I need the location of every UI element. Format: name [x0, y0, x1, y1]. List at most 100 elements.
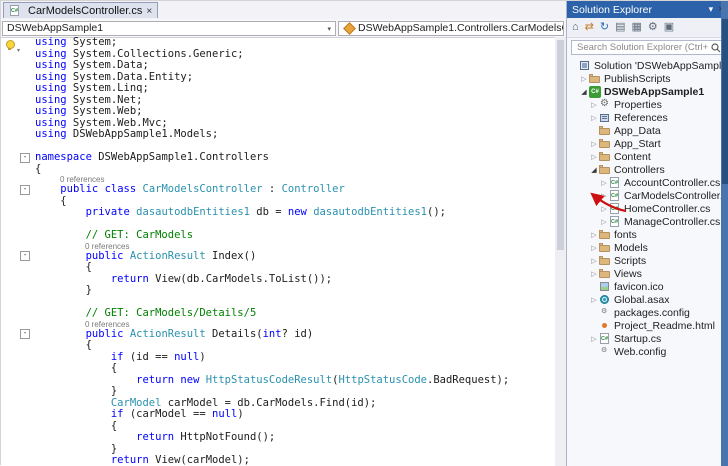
tree-item-scripts[interactable]: Scripts	[567, 254, 728, 267]
code-line[interactable]: {	[1, 340, 555, 352]
code-text: {	[35, 363, 555, 375]
show-all-files-icon[interactable]: ▦	[632, 22, 642, 33]
tree-item-fonts[interactable]: fonts	[567, 228, 728, 241]
expand-icon[interactable]	[589, 151, 599, 162]
expand-icon[interactable]	[589, 268, 599, 279]
expand-icon[interactable]	[589, 255, 599, 266]
code-line[interactable]: private dasautodbEntities1 db = new dasa…	[1, 207, 555, 219]
window-position-icon[interactable]: ▾	[709, 5, 714, 14]
code-line[interactable]: 0 references	[1, 242, 555, 251]
solution-explorer-scrollbar[interactable]	[721, 1, 728, 466]
code-line[interactable]	[1, 219, 555, 231]
code-line[interactable]: using System.Data.Entity;	[1, 72, 555, 84]
code-editor[interactable]: using System;using System.Collections.Ge…	[1, 37, 555, 466]
code-line[interactable]: if (id == null)	[1, 352, 555, 364]
tree-item-favicon-ico[interactable]: favicon.ico	[567, 280, 728, 293]
document-tab[interactable]: CarModelsController.cs	[3, 2, 158, 18]
lightbulb-icon[interactable]	[6, 40, 15, 49]
fold-collapse-icon[interactable]: -	[1, 152, 35, 164]
tree-item-properties[interactable]: Properties	[567, 98, 728, 111]
code-line[interactable]: CarModel carModel = db.CarModels.Find(id…	[1, 398, 555, 410]
code-line[interactable]: using System.Data;	[1, 60, 555, 72]
scrollbar-thumb[interactable]	[722, 19, 728, 184]
code-line[interactable]: return HttpNotFound();	[1, 432, 555, 444]
code-line[interactable]: - public ActionResult Details(int? id)	[1, 329, 555, 341]
tree-item-app-start[interactable]: App_Start	[567, 137, 728, 150]
preview-icon[interactable]: ▣	[664, 22, 674, 33]
sync-active-document-icon[interactable]: ⇄	[585, 22, 594, 33]
code-line[interactable]: -namespace DSWebAppSample1.Controllers	[1, 152, 555, 164]
code-line[interactable]: using System.Collections.Generic;	[1, 49, 555, 61]
code-line[interactable]: 0 references	[1, 175, 555, 184]
code-line[interactable]: {	[1, 196, 555, 208]
home-icon[interactable]: ⌂	[572, 22, 579, 33]
fold-collapse-icon[interactable]: -	[1, 329, 35, 341]
expand-icon[interactable]	[589, 229, 599, 240]
code-line[interactable]: 0 references	[1, 320, 555, 329]
code-line[interactable]: // GET: CarModels/Details/5	[1, 308, 555, 320]
tree-item-publishscripts[interactable]: PublishScripts	[567, 72, 728, 85]
tree-item-views[interactable]: Views	[567, 267, 728, 280]
code-line[interactable]: }	[1, 386, 555, 398]
search-box[interactable]	[571, 40, 725, 55]
code-line[interactable]: using System;	[1, 37, 555, 49]
breadcrumb-dropdown[interactable]: DSWebAppSample1.Controllers.CarModelsCon…	[338, 21, 564, 36]
tree-item-global-asax[interactable]: Global.asax	[567, 293, 728, 306]
editor-scrollbar-thumb[interactable]	[557, 40, 564, 250]
code-line[interactable]: }	[1, 444, 555, 456]
properties-icon[interactable]: ⚙	[648, 22, 658, 33]
project-dropdown[interactable]: DSWebAppSample1	[2, 21, 336, 36]
code-line[interactable]	[1, 297, 555, 309]
editor-scrollbar[interactable]	[555, 37, 566, 466]
tree-item-project-readme-html[interactable]: Project_Readme.html	[567, 319, 728, 332]
collapse-icon[interactable]	[589, 164, 599, 175]
expand-icon[interactable]	[589, 294, 599, 305]
tree-item-app-data[interactable]: App_Data	[567, 124, 728, 137]
expand-icon[interactable]	[589, 99, 599, 110]
collapse-all-icon[interactable]: ▤	[615, 22, 625, 33]
tree-item-models[interactable]: Models	[567, 241, 728, 254]
close-icon[interactable]	[146, 5, 152, 17]
tree-item-content[interactable]: Content	[567, 150, 728, 163]
code-line[interactable]: using System.Net;	[1, 95, 555, 107]
code-line[interactable]: {	[1, 262, 555, 274]
fold-collapse-icon[interactable]: -	[1, 251, 35, 263]
tree-item-references[interactable]: References	[567, 111, 728, 124]
code-text: using System.Data.Entity;	[35, 72, 555, 84]
gutter	[1, 219, 35, 231]
expand-icon[interactable]	[579, 73, 589, 84]
code-line[interactable]: return View(carModel);	[1, 455, 555, 466]
fold-collapse-icon[interactable]: -	[1, 184, 35, 196]
tree-item-managecontroller-cs[interactable]: ManageController.cs	[567, 215, 728, 228]
chevron-down-icon[interactable]	[17, 39, 20, 57]
code-line[interactable]	[1, 141, 555, 153]
expand-icon[interactable]	[589, 112, 599, 123]
code-line[interactable]: {	[1, 421, 555, 433]
code-line[interactable]: return new HttpStatusCodeResult(HttpStat…	[1, 375, 555, 387]
code-line[interactable]: using System.Web.Mvc;	[1, 118, 555, 130]
tree-item-web-config[interactable]: Web.config	[567, 345, 728, 358]
expand-icon[interactable]	[599, 216, 609, 227]
collapse-icon[interactable]	[579, 86, 589, 97]
refresh-icon[interactable]: ↻	[600, 22, 609, 33]
code-line[interactable]: using DSWebAppSample1.Models;	[1, 129, 555, 141]
code-line[interactable]: return View(db.CarModels.ToList());	[1, 274, 555, 286]
code-line[interactable]: - public class CarModelsController : Con…	[1, 184, 555, 196]
expand-icon[interactable]	[589, 333, 599, 344]
search-input[interactable]	[575, 41, 711, 54]
tree-item-solution-dswebappsample1-1-pro[interactable]: Solution 'DSWebAppSample1' (1 pro	[567, 59, 728, 72]
code-line[interactable]: - public ActionResult Index()	[1, 251, 555, 263]
expand-icon[interactable]	[589, 242, 599, 253]
code-line[interactable]: // GET: CarModels	[1, 230, 555, 242]
tree-item-startup-cs[interactable]: Startup.cs	[567, 332, 728, 345]
expand-icon[interactable]	[589, 138, 599, 149]
tree-item-controllers[interactable]: Controllers	[567, 163, 728, 176]
code-line[interactable]: {	[1, 164, 555, 176]
code-line[interactable]: using System.Linq;	[1, 83, 555, 95]
code-line[interactable]: }	[1, 285, 555, 297]
code-line[interactable]: {	[1, 363, 555, 375]
code-line[interactable]: if (carModel == null)	[1, 409, 555, 421]
tree-item-packages-config[interactable]: packages.config	[567, 306, 728, 319]
code-line[interactable]: using System.Web;	[1, 106, 555, 118]
tree-item-dswebappsample1[interactable]: DSWebAppSample1	[567, 85, 728, 98]
